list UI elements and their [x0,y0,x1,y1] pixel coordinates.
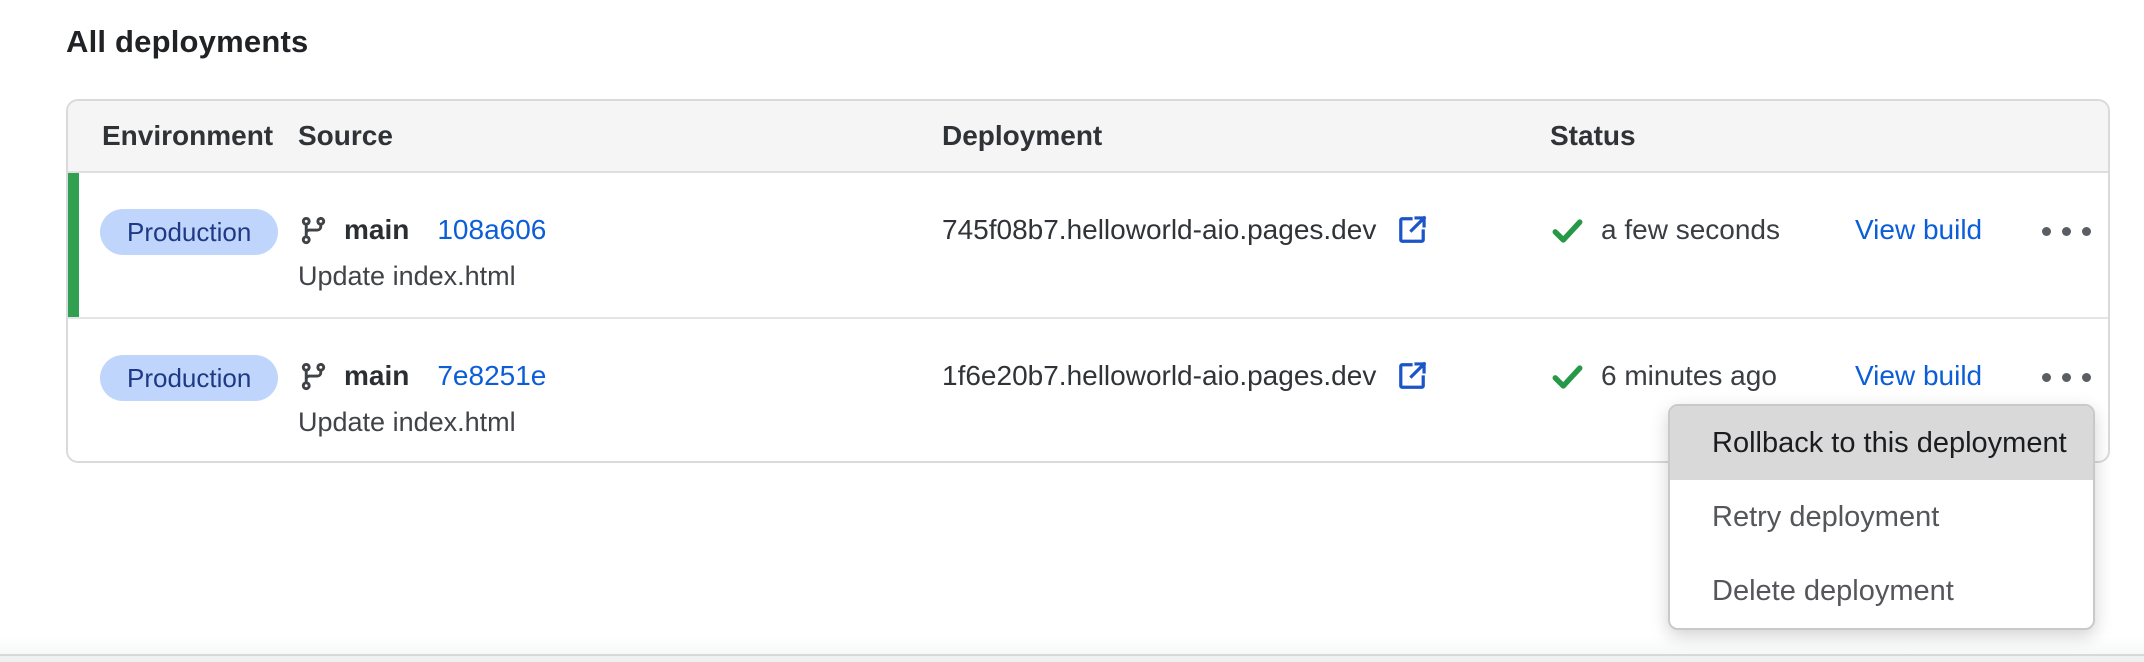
deployment-row-current: Production main 108a606 Update index.htm… [68,173,2108,317]
column-header-status: Status [1550,120,1855,152]
actions-cell [2025,173,2108,317]
view-build-link[interactable]: View build [1855,360,1982,392]
external-link-icon[interactable] [1394,358,1430,394]
status-time: a few seconds [1601,214,1780,246]
menu-item-rollback[interactable]: Rollback to this deployment [1670,406,2093,480]
column-header-source: Source [298,120,942,152]
source-cell: main 108a606 Update index.html [298,173,942,317]
check-icon [1550,359,1585,394]
deployment-url: 1f6e20b7.helloworld-aio.pages.dev [942,360,1376,392]
git-branch-icon [298,361,329,392]
commit-message: Update index.html [298,407,942,438]
source-cell: main 7e8251e Update index.html [298,319,942,461]
external-link-icon[interactable] [1394,212,1430,248]
status-cell: a few seconds [1550,173,1855,317]
ellipsis-icon[interactable] [2036,221,2097,241]
column-header-environment: Environment [68,120,298,152]
environment-cell: Production [68,173,298,317]
branch-name: main [344,360,409,392]
deployment-cell: 745f08b7.helloworld-aio.pages.dev [942,173,1550,317]
menu-item-retry[interactable]: Retry deployment [1670,480,2093,554]
environment-badge: Production [100,355,278,401]
menu-item-delete[interactable]: Delete deployment [1670,554,2093,628]
deployment-actions-menu: Rollback to this deployment Retry deploy… [1668,404,2095,630]
deployment-url: 745f08b7.helloworld-aio.pages.dev [942,214,1376,246]
status-time: 6 minutes ago [1601,360,1777,392]
branch-name: main [344,214,409,246]
check-icon [1550,213,1585,248]
commit-link[interactable]: 7e8251e [437,360,546,392]
git-branch-icon [298,215,329,246]
commit-message: Update index.html [298,261,942,292]
commit-link[interactable]: 108a606 [437,214,546,246]
environment-badge: Production [100,209,278,255]
environment-cell: Production [68,319,298,461]
view-build-link[interactable]: View build [1855,214,1982,246]
page-bottom-fade [0,636,2144,654]
table-header-row: Environment Source Deployment Status [68,101,2108,173]
page-title: All deployments [66,24,308,60]
column-header-deployment: Deployment [942,120,1550,152]
deployment-cell: 1f6e20b7.helloworld-aio.pages.dev [942,319,1550,461]
page-bottom-edge [0,654,2144,662]
view-build-cell: View build [1855,173,2025,317]
ellipsis-icon[interactable] [2036,367,2097,387]
